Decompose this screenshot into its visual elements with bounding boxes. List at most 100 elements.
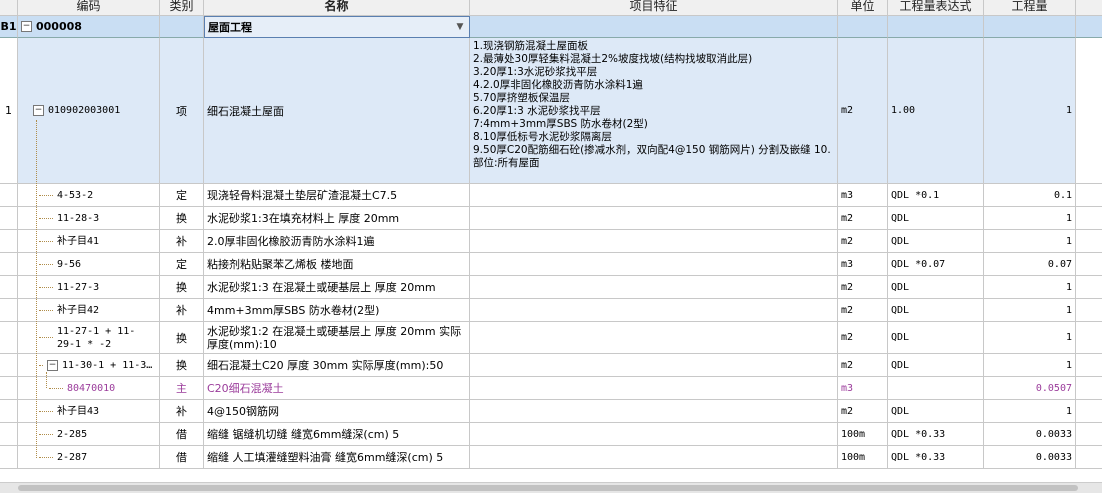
quota-expr[interactable]: QDL: [888, 299, 984, 322]
collapse-icon[interactable]: −: [33, 105, 44, 116]
scrollbar-thumb[interactable]: [18, 485, 1078, 491]
item-code-cell[interactable]: − 010902003001: [18, 38, 160, 184]
quota-code-cell[interactable]: 2-287: [18, 446, 160, 469]
quota-name[interactable]: 缩缝 锯缝机切缝 缝宽6mm缝深(cm) 5: [204, 423, 470, 446]
header-category[interactable]: 类别: [160, 0, 204, 16]
quota-name[interactable]: 粘接剂粘贴聚苯乙烯板 楼地面: [204, 253, 470, 276]
quota-expr[interactable]: QDL *0.33: [888, 423, 984, 446]
quota-unit[interactable]: m3: [838, 253, 888, 276]
quota-unit[interactable]: m2: [838, 400, 888, 423]
quota-row[interactable]: 4-53-2 定现浇轻骨料混凝土垫层矿渣混凝土C7.5 m3 QDL *0.1 0.1: [0, 184, 1102, 207]
quota-name[interactable]: 2.0厚非固化橡胶沥青防水涂料1遍: [204, 230, 470, 253]
header-unit[interactable]: 单位: [838, 0, 888, 16]
quota-code-cell[interactable]: 11-28-3: [18, 207, 160, 230]
quota-row[interactable]: 11-28-3 换水泥砂浆1:3在填充材料上 厚度 20mm m2 QDL 1: [0, 207, 1102, 230]
quota-name[interactable]: 水泥砂浆1:3在填充材料上 厚度 20mm: [204, 207, 470, 230]
quota-code-cell[interactable]: 9-56: [18, 253, 160, 276]
quota-category[interactable]: 补: [160, 400, 204, 423]
quota-category[interactable]: 换: [160, 207, 204, 230]
quota-qty[interactable]: 0.0507: [984, 377, 1076, 400]
quota-features[interactable]: [470, 322, 838, 354]
quota-qty[interactable]: 0.1: [984, 184, 1076, 207]
quota-name[interactable]: 水泥砂浆1:3 在混凝土或硬基层上 厚度 20mm: [204, 276, 470, 299]
quota-features[interactable]: [470, 253, 838, 276]
quota-expr[interactable]: QDL *0.1: [888, 184, 984, 207]
section-expression[interactable]: [888, 16, 984, 38]
quota-unit[interactable]: m2: [838, 207, 888, 230]
quota-features[interactable]: [470, 354, 838, 377]
quota-expr[interactable]: QDL: [888, 276, 984, 299]
quota-row[interactable]: 11-27-3 换水泥砂浆1:3 在混凝土或硬基层上 厚度 20mm m2 QDL 1: [0, 276, 1102, 299]
quota-features[interactable]: [470, 400, 838, 423]
quota-code-cell[interactable]: 4-53-2: [18, 184, 160, 207]
header-code[interactable]: 编码: [18, 0, 160, 16]
quota-category[interactable]: 借: [160, 423, 204, 446]
header-quantity[interactable]: 工程量: [984, 0, 1076, 16]
quota-expr[interactable]: [888, 377, 984, 400]
quota-qty[interactable]: 1: [984, 322, 1076, 354]
item-category[interactable]: 项: [160, 38, 204, 184]
quota-qty[interactable]: 1: [984, 299, 1076, 322]
quota-features[interactable]: [470, 377, 838, 400]
quota-unit[interactable]: 100m: [838, 446, 888, 469]
quota-category[interactable]: 换: [160, 276, 204, 299]
quota-unit[interactable]: m2: [838, 354, 888, 377]
item-unit[interactable]: m2: [838, 38, 888, 184]
quota-unit[interactable]: m2: [838, 230, 888, 253]
quota-qty[interactable]: 1: [984, 230, 1076, 253]
quota-code-cell[interactable]: 2-285: [18, 423, 160, 446]
quota-features[interactable]: [470, 230, 838, 253]
quota-features[interactable]: [470, 423, 838, 446]
quota-name[interactable]: 4@150钢筋网: [204, 400, 470, 423]
quota-expr[interactable]: QDL: [888, 230, 984, 253]
header-features[interactable]: 项目特征: [470, 0, 838, 16]
section-row[interactable]: B1 − 000008 屋面工程 ▼: [0, 16, 1102, 38]
quota-row[interactable]: 补子目41 补 2.0厚非固化橡胶沥青防水涂料1遍 m2 QDL 1: [0, 230, 1102, 253]
quota-name[interactable]: 缩缝 人工填灌缝塑料油膏 缝宽6mm缝深(cm) 5: [204, 446, 470, 469]
header-expression[interactable]: 工程量表达式: [888, 0, 984, 16]
quota-unit[interactable]: m3: [838, 184, 888, 207]
dropdown-arrow-icon[interactable]: ▼: [453, 20, 467, 34]
quota-name[interactable]: 现浇轻骨料混凝土垫层矿渣混凝土C7.5: [204, 184, 470, 207]
quota-category[interactable]: 定: [160, 184, 204, 207]
quota-expr[interactable]: QDL *0.07: [888, 253, 984, 276]
quota-qty[interactable]: 0.0033: [984, 423, 1076, 446]
quota-code-cell[interactable]: 补子目42: [18, 299, 160, 322]
quota-category[interactable]: 借: [160, 446, 204, 469]
quota-row[interactable]: 补子目43 补 4@150钢筋网 m2 QDL 1: [0, 400, 1102, 423]
quota-unit[interactable]: m2: [838, 299, 888, 322]
quota-features[interactable]: [470, 207, 838, 230]
header-name[interactable]: 名称: [204, 0, 470, 16]
quota-name[interactable]: 4mm+3mm厚SBS 防水卷材(2型): [204, 299, 470, 322]
quota-category[interactable]: 换: [160, 354, 204, 377]
quota-code-cell[interactable]: 补子目41: [18, 230, 160, 253]
quota-expr[interactable]: QDL *0.33: [888, 446, 984, 469]
quota-category[interactable]: 补: [160, 299, 204, 322]
quota-category[interactable]: 补: [160, 230, 204, 253]
quota-row[interactable]: 9-56 定粘接剂粘贴聚苯乙烯板 楼地面 m3 QDL *0.07 0.07: [0, 253, 1102, 276]
section-name-cell[interactable]: 屋面工程 ▼: [204, 16, 470, 38]
item-expression[interactable]: 1.00: [888, 38, 984, 184]
quota-unit[interactable]: m2: [838, 276, 888, 299]
quota-qty[interactable]: 1: [984, 400, 1076, 423]
quota-code-cell[interactable]: 11-27-1 + 11-29-1 * -2: [18, 322, 160, 354]
quota-expr[interactable]: QDL: [888, 354, 984, 377]
section-quantity[interactable]: [984, 16, 1076, 38]
collapse-icon[interactable]: −: [47, 359, 58, 371]
quota-qty[interactable]: 1: [984, 276, 1076, 299]
quota-unit[interactable]: m2: [838, 322, 888, 354]
material-row[interactable]: 80470010 主 C20细石混凝土 m3 0.0507: [0, 377, 1102, 400]
quota-code-cell[interactable]: 补子目43: [18, 400, 160, 423]
quota-features[interactable]: [470, 276, 838, 299]
quota-qty[interactable]: 0.0033: [984, 446, 1076, 469]
quota-unit[interactable]: 100m: [838, 423, 888, 446]
quota-features[interactable]: [470, 446, 838, 469]
quota-category[interactable]: 换: [160, 322, 204, 354]
quota-row[interactable]: 11-27-1 + 11-29-1 * -2 换水泥砂浆1:2 在混凝土或硬基层上…: [0, 322, 1102, 354]
quota-qty[interactable]: 1: [984, 354, 1076, 377]
quota-row[interactable]: −11-30-1 + 11-3… 换细石混凝土C20 厚度 30mm 实际厚度(m…: [0, 354, 1102, 377]
quota-row[interactable]: 补子目42 补 4mm+3mm厚SBS 防水卷材(2型) m2 QDL 1: [0, 299, 1102, 322]
quota-name[interactable]: 水泥砂浆1:2 在混凝土或硬基层上 厚度 20mm 实际厚度(mm):10: [204, 322, 470, 354]
section-features[interactable]: [470, 16, 838, 38]
quota-unit[interactable]: m3: [838, 377, 888, 400]
